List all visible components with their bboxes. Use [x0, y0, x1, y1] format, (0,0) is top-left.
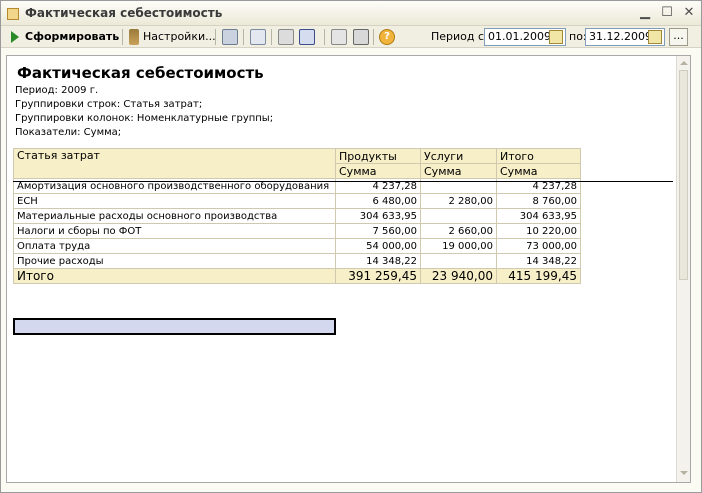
report-app-icon	[7, 8, 19, 20]
header-divider-line	[13, 181, 673, 182]
toolbar-separator	[243, 29, 244, 45]
cell-total: 304 633,95	[496, 208, 581, 224]
header-services: Услуги	[420, 148, 497, 164]
report-row-groupings: Группировки строк: Статья затрат;	[15, 99, 203, 110]
cell-products: 6 480,00	[335, 193, 421, 209]
header-products: Продукты	[335, 148, 421, 164]
cell-cost-item: ЕСН	[13, 193, 336, 209]
cell-cost-item: Налоги и сборы по ФОТ	[13, 223, 336, 239]
period-to-label: по:	[569, 30, 587, 43]
filter-icon[interactable]	[278, 29, 294, 45]
report-period: Период: 2009 г.	[15, 85, 99, 96]
cell-cost-item: Материальные расходы основного производс…	[13, 208, 336, 224]
scroll-up-icon[interactable]	[680, 61, 688, 65]
calendar-icon[interactable]	[648, 30, 662, 44]
cell-total: 14 348,22	[496, 253, 581, 269]
total-services: 23 940,00	[420, 268, 497, 284]
subheader-products-sum: Сумма	[335, 163, 421, 179]
cell-products: 54 000,00	[335, 238, 421, 254]
total-label: Итого	[13, 268, 336, 284]
vertical-scrollbar[interactable]	[676, 56, 690, 482]
total-sum: 415 199,45	[496, 268, 581, 284]
table-total-row[interactable]: Итого 391 259,45 23 940,00 415 199,45	[13, 268, 581, 284]
scroll-down-icon[interactable]	[680, 471, 688, 475]
cell-products: 304 633,95	[335, 208, 421, 224]
table-row[interactable]: Прочие расходы 14 348,22 14 348,22	[13, 253, 581, 269]
toolbar-separator	[373, 29, 374, 45]
subheader-services-sum: Сумма	[420, 163, 497, 179]
table-row[interactable]: Материальные расходы основного производс…	[13, 208, 581, 224]
toolbar-separator	[271, 29, 272, 45]
table-layout-icon[interactable]	[299, 29, 315, 45]
toolbar-separator	[122, 29, 123, 45]
report-area[interactable]: Фактическая себестоимость Период: 2009 г…	[6, 55, 691, 483]
cell-products: 7 560,00	[335, 223, 421, 239]
report-title: Фактическая себестоимость	[17, 64, 264, 82]
header-cost-item: Статья затрат	[13, 148, 336, 179]
maximize-icon[interactable]: ☐	[660, 6, 674, 20]
period-select-button[interactable]: ...	[669, 28, 688, 46]
minimize-icon[interactable]: ▁	[638, 6, 652, 20]
cell-services	[420, 253, 497, 269]
cell-products: 14 348,22	[335, 253, 421, 269]
toolbar-separator	[215, 29, 216, 45]
toolbar-separator	[324, 29, 325, 45]
table-row[interactable]: Налоги и сборы по ФОТ 7 560,00 2 660,00 …	[13, 223, 581, 239]
table-row[interactable]: ЕСН 6 480,00 2 280,00 8 760,00	[13, 193, 581, 209]
report-window: Фактическая себестоимость ▁ ☐ ✕ Сформиро…	[0, 0, 702, 493]
cell-services	[420, 208, 497, 224]
total-products: 391 259,45	[335, 268, 421, 284]
cell-total: 8 760,00	[496, 193, 581, 209]
report-table: Статья затрат Продукты Услуги Итого Сумм…	[13, 148, 581, 284]
table-header-row: Статья затрат Продукты Услуги Итого	[13, 148, 581, 179]
cell-total: 10 220,00	[496, 223, 581, 239]
cell-services: 2 660,00	[420, 223, 497, 239]
cell-cost-item: Оплата труда	[13, 238, 336, 254]
help-icon[interactable]: ?	[379, 29, 395, 45]
play-icon[interactable]	[11, 31, 19, 43]
table-row[interactable]: Оплата труда 54 000,00 19 000,00 73 000,…	[13, 238, 581, 254]
cell-cost-item: Прочие расходы	[13, 253, 336, 269]
period-from-label: Период с:	[431, 30, 488, 43]
settings-button[interactable]: Настройки...	[143, 29, 216, 45]
cell-services: 19 000,00	[420, 238, 497, 254]
generate-button[interactable]: Сформировать	[25, 29, 119, 45]
title-bar: Фактическая себестоимость ▁ ☐ ✕	[1, 1, 701, 26]
close-icon[interactable]: ✕	[682, 6, 696, 20]
selected-cell[interactable]	[13, 318, 336, 335]
toolbar: Сформировать Настройки... ? Период с: 01…	[1, 26, 701, 48]
print-icon[interactable]	[222, 29, 238, 45]
expand-icon[interactable]	[331, 29, 347, 45]
wrench-icon[interactable]	[129, 29, 139, 45]
calendar-icon[interactable]	[549, 30, 563, 44]
subheader-total-sum: Сумма	[496, 163, 581, 179]
header-total: Итого	[496, 148, 581, 164]
window-title: Фактическая себестоимость	[25, 6, 223, 20]
report-indicators: Показатели: Сумма;	[15, 127, 122, 138]
report-column-groupings: Группировки колонок: Номенклатурные груп…	[15, 113, 274, 124]
save-icon[interactable]	[353, 29, 369, 45]
cell-total: 73 000,00	[496, 238, 581, 254]
scroll-thumb[interactable]	[679, 70, 688, 280]
chart-icon[interactable]	[250, 29, 266, 45]
cell-services: 2 280,00	[420, 193, 497, 209]
